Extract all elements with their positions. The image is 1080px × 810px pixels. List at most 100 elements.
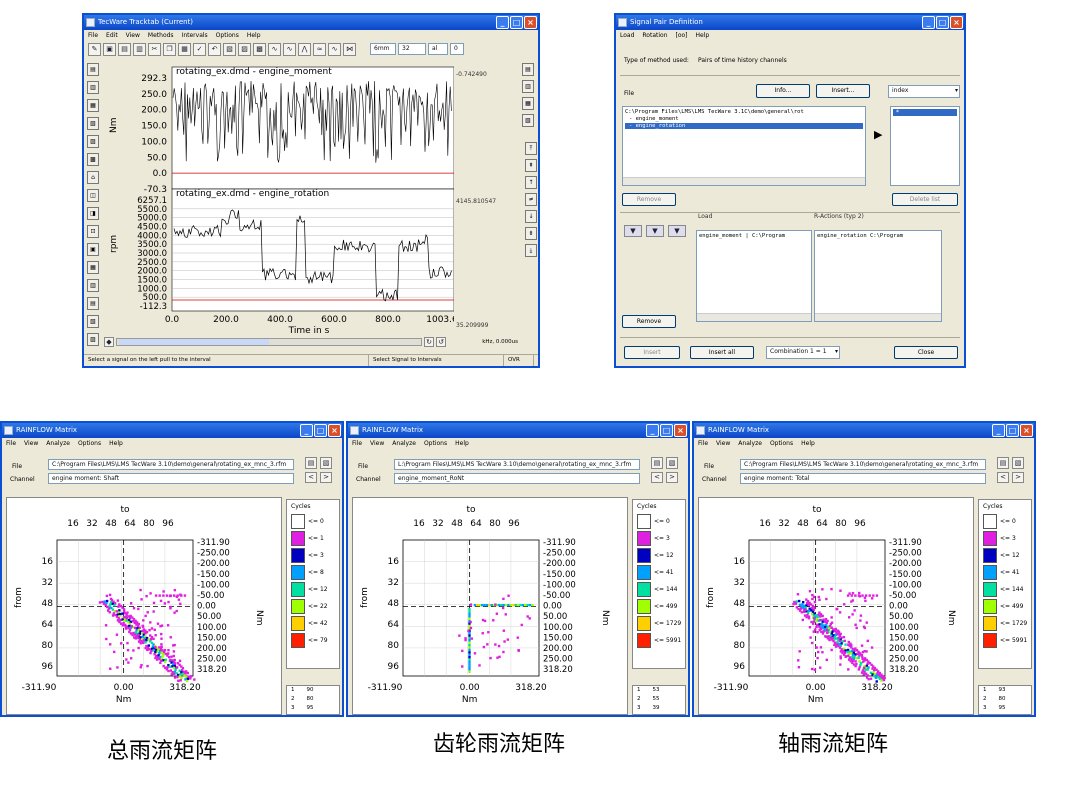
menu-item[interactable]: Options bbox=[770, 438, 793, 449]
plot5-icon[interactable]: ∿ bbox=[328, 42, 341, 56]
scroll-thumb[interactable] bbox=[119, 339, 269, 345]
channel-field[interactable]: engine_moment_RoNt bbox=[394, 473, 640, 484]
print-icon[interactable]: ▤ bbox=[305, 457, 317, 469]
file-path-field[interactable]: L:\Program Files\LMS\LMS TecWare 3.10\de… bbox=[394, 459, 640, 470]
filter2-icon[interactable]: ▼ bbox=[646, 225, 664, 237]
first-icon[interactable]: ⤒ bbox=[525, 142, 537, 155]
rainflow-titlebar[interactable]: RAINFLOW Matrix _ □ × bbox=[2, 423, 342, 438]
channel-tool-icon[interactable]: ▤ bbox=[87, 63, 99, 76]
rainflow-titlebar[interactable]: RAINFLOW Matrix _ □ × bbox=[348, 423, 688, 438]
menu-item[interactable]: [oo] bbox=[676, 30, 688, 41]
tool-icon[interactable]: ✎ bbox=[88, 42, 101, 56]
delete-list-button[interactable]: Delete list bbox=[892, 193, 958, 206]
info-button[interactable]: Info... bbox=[756, 84, 810, 98]
horizontal-scrollbar[interactable] bbox=[116, 338, 422, 346]
mark-icon[interactable]: ≠ bbox=[525, 193, 537, 206]
menu-item[interactable]: View bbox=[716, 438, 730, 449]
plot2-icon[interactable]: ∿ bbox=[283, 42, 296, 56]
list-item[interactable]: 2 80 bbox=[979, 695, 1031, 704]
file-list-item-path[interactable]: C:\Program Files\LMS\LMS TecWare 3.1C\de… bbox=[623, 107, 865, 115]
channel-tool-icon[interactable]: ▥ bbox=[87, 279, 99, 292]
channel-tool-icon[interactable]: ▨ bbox=[87, 135, 99, 148]
paste-icon[interactable]: ▦ bbox=[178, 42, 191, 56]
chart2-icon[interactable]: ▥ bbox=[522, 80, 534, 93]
close-button[interactable]: × bbox=[328, 424, 341, 437]
insert-button[interactable]: Insert... bbox=[816, 84, 870, 98]
pair-left-item[interactable]: engine_moment | C:\Program bbox=[697, 231, 811, 241]
page-down-icon[interactable]: ⇟ bbox=[525, 227, 537, 240]
table-icon[interactable]: ▨ bbox=[238, 42, 251, 56]
list-item[interactable]: 2 55 bbox=[633, 695, 685, 704]
print-icon[interactable]: ▤ bbox=[118, 42, 131, 56]
next-channel-icon[interactable]: > bbox=[666, 472, 678, 483]
close-dialog-button[interactable]: Close bbox=[894, 346, 958, 359]
prev-channel-icon[interactable]: < bbox=[305, 472, 317, 483]
menu-item[interactable]: File bbox=[698, 438, 708, 449]
prev-channel-icon[interactable]: < bbox=[997, 472, 1009, 483]
export-icon[interactable]: ▧ bbox=[666, 457, 678, 469]
channel-tool-icon[interactable]: ▤ bbox=[87, 297, 99, 310]
menu-item[interactable]: Load bbox=[620, 30, 634, 41]
pair-right-item[interactable]: engine_rotation C:\Program bbox=[815, 231, 941, 241]
maximize-button[interactable]: □ bbox=[1006, 424, 1019, 437]
cycle-list[interactable]: 1 90 2 80 3 95 bbox=[286, 685, 340, 715]
menu-item[interactable]: File bbox=[352, 438, 362, 449]
file-path-field[interactable]: C:\Program Files\LMS\LMS TecWare 3.10\de… bbox=[48, 459, 294, 470]
menu-item[interactable]: Analyze bbox=[738, 438, 762, 449]
cycle-list[interactable]: 1 93 2 80 3 95 bbox=[978, 685, 1032, 715]
plot4-icon[interactable]: ≈ bbox=[313, 42, 326, 56]
channel-tool-icon[interactable]: ▥ bbox=[87, 81, 99, 94]
channel-tool-icon[interactable]: ▩ bbox=[87, 153, 99, 166]
list-item[interactable]: 2 80 bbox=[287, 695, 339, 704]
menu-item[interactable]: Intervals bbox=[182, 30, 208, 41]
file-list-scrollbar[interactable] bbox=[623, 177, 865, 185]
insert-bottom-button[interactable]: Insert bbox=[624, 346, 680, 359]
file-list-item-moment[interactable]: - engine_moment bbox=[623, 115, 865, 122]
pair-right-scrollbar[interactable] bbox=[815, 313, 941, 321]
maximize-button[interactable]: □ bbox=[510, 16, 523, 29]
channel-tool-icon[interactable]: ⌂ bbox=[87, 171, 99, 184]
print-icon[interactable]: ▤ bbox=[651, 457, 663, 469]
minimize-button[interactable]: _ bbox=[922, 16, 935, 29]
prev-channel-icon[interactable]: < bbox=[651, 472, 663, 483]
toolbar-field-1[interactable]: 6mm bbox=[370, 43, 396, 55]
insert-all-button[interactable]: Insert all bbox=[690, 346, 754, 359]
refresh-icon[interactable]: ↻ bbox=[424, 337, 434, 347]
plot3-icon[interactable]: ⋀ bbox=[298, 42, 311, 56]
menu-item[interactable]: Help bbox=[696, 30, 710, 41]
arrow-right-icon[interactable]: ▶ bbox=[874, 128, 882, 141]
down-icon[interactable]: ↓ bbox=[525, 210, 537, 223]
channel-tool-icon[interactable]: ▦ bbox=[87, 99, 99, 112]
reload-icon[interactable]: ↺ bbox=[436, 337, 446, 347]
maximize-button[interactable]: □ bbox=[314, 424, 327, 437]
remove-bottom-button[interactable]: Remove bbox=[622, 315, 676, 328]
cycle-list[interactable]: 1 53 2 55 3 39 bbox=[632, 685, 686, 715]
minimize-button[interactable]: _ bbox=[992, 424, 1005, 437]
file-list-item-rotation[interactable]: - engine_rotation bbox=[625, 123, 863, 129]
save-icon[interactable]: ▣ bbox=[103, 42, 116, 56]
menu-item[interactable]: Methods bbox=[148, 30, 174, 41]
export-icon[interactable]: ▧ bbox=[320, 457, 332, 469]
menu-item[interactable]: Help bbox=[455, 438, 469, 449]
signal-pair-titlebar[interactable]: Signal Pair Definition _ □ × bbox=[616, 15, 964, 30]
menu-item[interactable]: Options bbox=[78, 438, 101, 449]
list-item[interactable]: 3 95 bbox=[287, 704, 339, 713]
plot-icon[interactable]: ∿ bbox=[268, 42, 281, 56]
channel-tool-icon[interactable]: ▧ bbox=[87, 117, 99, 130]
menu-item[interactable]: Analyze bbox=[46, 438, 70, 449]
tecware-titlebar[interactable]: TecWare Tracktab (Current) _ □ × bbox=[84, 15, 538, 30]
channel-tool-icon[interactable]: ▣ bbox=[87, 243, 99, 256]
menu-item[interactable]: View bbox=[126, 30, 140, 41]
minimize-button[interactable]: _ bbox=[300, 424, 313, 437]
channel-tool-icon[interactable]: ▦ bbox=[87, 261, 99, 274]
remove-top-button[interactable]: Remove bbox=[622, 193, 676, 206]
menu-item[interactable]: Options bbox=[424, 438, 447, 449]
menu-item[interactable]: Edit bbox=[106, 30, 118, 41]
check-icon[interactable]: ✓ bbox=[193, 42, 206, 56]
channel-field[interactable]: engine moment: Total bbox=[740, 473, 986, 484]
file-path-field[interactable]: C:\Program Files\LMS\LMS TecWare 3.10\de… bbox=[740, 459, 986, 470]
up-icon[interactable]: ↑ bbox=[525, 176, 537, 189]
close-button[interactable]: × bbox=[674, 424, 687, 437]
pair-left-scrollbar[interactable] bbox=[697, 313, 811, 321]
menu-item[interactable]: Rotation bbox=[642, 30, 667, 41]
